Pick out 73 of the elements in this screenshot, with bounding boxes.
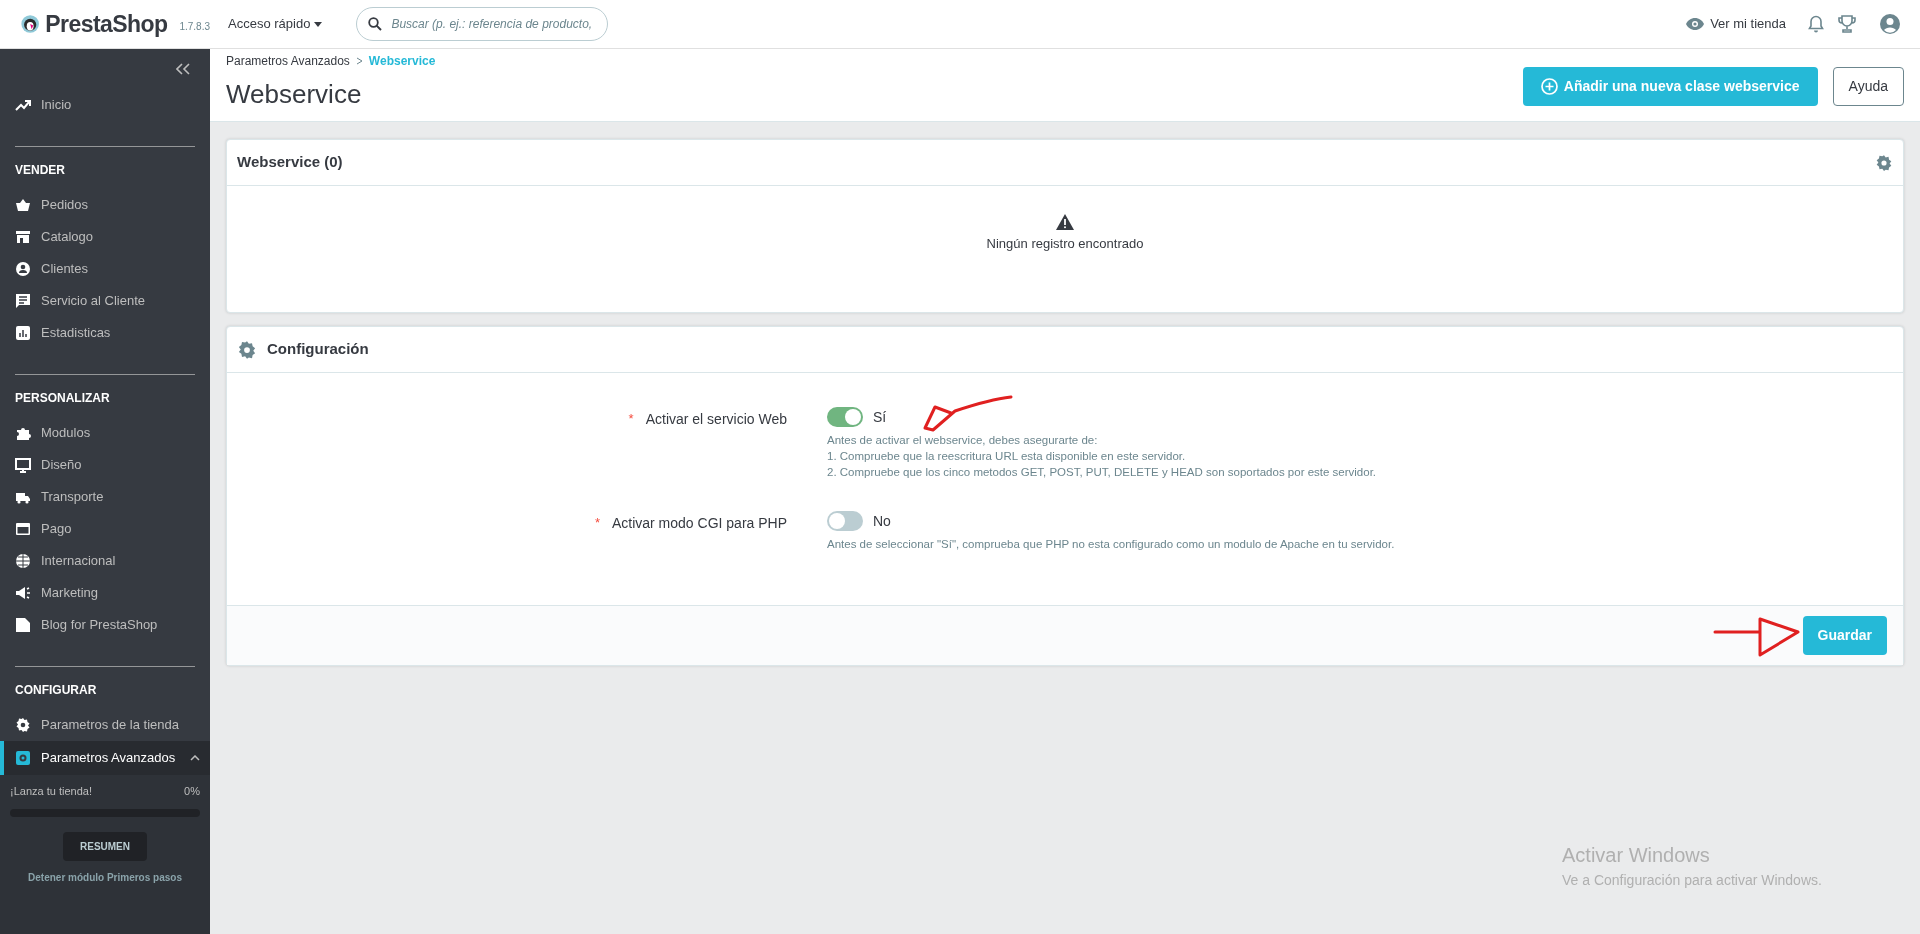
help-text: 1. Compruebe que la reescritura URL esta disponible en este servidor.: [827, 449, 1187, 464]
menu-item-icon: [15, 261, 31, 277]
search-field[interactable]: Buscar (p. ej.: referencia de producto,: [356, 7, 609, 41]
menu-item-icon: [15, 553, 31, 569]
version-label: 1.7.8.3: [179, 19, 210, 34]
sidebar-item[interactable]: Modulos: [0, 417, 210, 449]
logo-icon: [21, 12, 40, 36]
sidebar-item[interactable]: Clientes: [0, 253, 210, 285]
plus-circle-icon: [1540, 78, 1558, 95]
menu-item-icon: [15, 97, 31, 113]
section-heading: CONFIGURAR: [14, 682, 98, 699]
toggle-switch[interactable]: [827, 407, 863, 427]
help-text: Antes de activar el webservice, debes asegurarte de:: [827, 433, 1099, 448]
user-icon[interactable]: [1880, 14, 1900, 34]
menu-item-icon: [15, 293, 31, 309]
menu-item-icon: [15, 750, 31, 766]
bell-icon[interactable]: [1808, 15, 1824, 33]
launch-label: ¡Lanza tu tienda!: [10, 784, 92, 799]
caret-icon: [314, 21, 323, 27]
panel-title: Configuración: [267, 339, 369, 360]
trophy-icon[interactable]: [1838, 15, 1856, 33]
menu-item-icon: [15, 585, 31, 601]
required-mark: *: [628, 410, 634, 428]
eye-icon: [1686, 18, 1705, 30]
brand-name: PrestaShop: [45, 9, 168, 39]
sidebar-item[interactable]: Parametros Avanzados: [0, 741, 210, 775]
warning-icon: [1056, 214, 1074, 230]
sidebar-item[interactable]: Estadisticas: [0, 317, 210, 349]
section-heading: VENDER: [14, 162, 66, 179]
stop-module-link[interactable]: Detener módulo Primeros pasos: [28, 869, 182, 885]
menu-item-icon: [15, 717, 31, 733]
toggle-value: Sí: [873, 407, 887, 427]
sidebar-item[interactable]: Parametros de la tienda: [0, 709, 210, 741]
help-text: Antes de seleccionar "Sí", comprueba que PHP no esta configurado como un modulo de Apache en tu servidor.: [827, 537, 1395, 552]
field-label: Activar el servicio Web: [645, 410, 787, 429]
sidebar-item[interactable]: Internacional: [0, 545, 210, 577]
sidebar-item[interactable]: Transporte: [0, 481, 210, 513]
activation-title: Activar Windows: [1562, 843, 1711, 868]
summary-button[interactable]: RESUMEN: [63, 831, 147, 861]
percent-label: 0%: [184, 784, 200, 799]
settings-icon: [237, 339, 257, 360]
page-title: Webservice: [226, 78, 363, 111]
sidebar-item[interactable]: Diseño: [0, 449, 210, 481]
toggle-value: No: [873, 511, 891, 531]
field-label: Activar modo CGI para PHP: [611, 514, 787, 533]
sidebar-item[interactable]: Inicio: [0, 89, 210, 121]
sidebar-item[interactable]: Pedidos: [0, 189, 210, 221]
menu-item-icon: [15, 617, 31, 633]
panel-title: Webservice (0): [237, 152, 343, 173]
help-text: 2. Compruebe que los cinco metodos GET, POST, PUT, DELETE y HEAD son soportados por este servidor.: [827, 465, 1377, 480]
help-button[interactable]: Ayuda: [1832, 67, 1904, 106]
sidebar-item[interactable]: Catalogo: [0, 221, 210, 253]
menu-item-icon: [15, 325, 31, 341]
toggle-switch[interactable]: [827, 511, 863, 531]
menu-item-icon: [15, 521, 31, 537]
menu-item-icon: [15, 229, 31, 245]
menu-item-icon: [15, 425, 31, 441]
sidebar-item[interactable]: Servicio al Cliente: [0, 285, 210, 317]
required-mark: *: [594, 514, 600, 532]
settings-icon[interactable]: [1875, 153, 1893, 172]
chevron-icon: [355, 57, 363, 65]
collapse-icon[interactable]: [176, 63, 190, 75]
view-store-link[interactable]: Ver mi tienda: [1686, 14, 1786, 34]
sidebar-item[interactable]: Blog for PrestaShop: [0, 609, 210, 641]
quick-access-menu[interactable]: Acceso rápido: [228, 14, 323, 34]
activation-subtitle: Ve a Configuración para activar Windows.: [1562, 871, 1822, 890]
menu-item-icon: [15, 457, 31, 473]
menu-item-icon: [15, 197, 31, 213]
sidebar-item[interactable]: Pago: [0, 513, 210, 545]
empty-message: Ningún registro encontrado: [986, 235, 1144, 253]
section-heading: PERSONALIZAR: [14, 390, 111, 407]
breadcrumb-link[interactable]: Parametros Avanzados: [226, 52, 350, 70]
sidebar-item[interactable]: Marketing: [0, 577, 210, 609]
